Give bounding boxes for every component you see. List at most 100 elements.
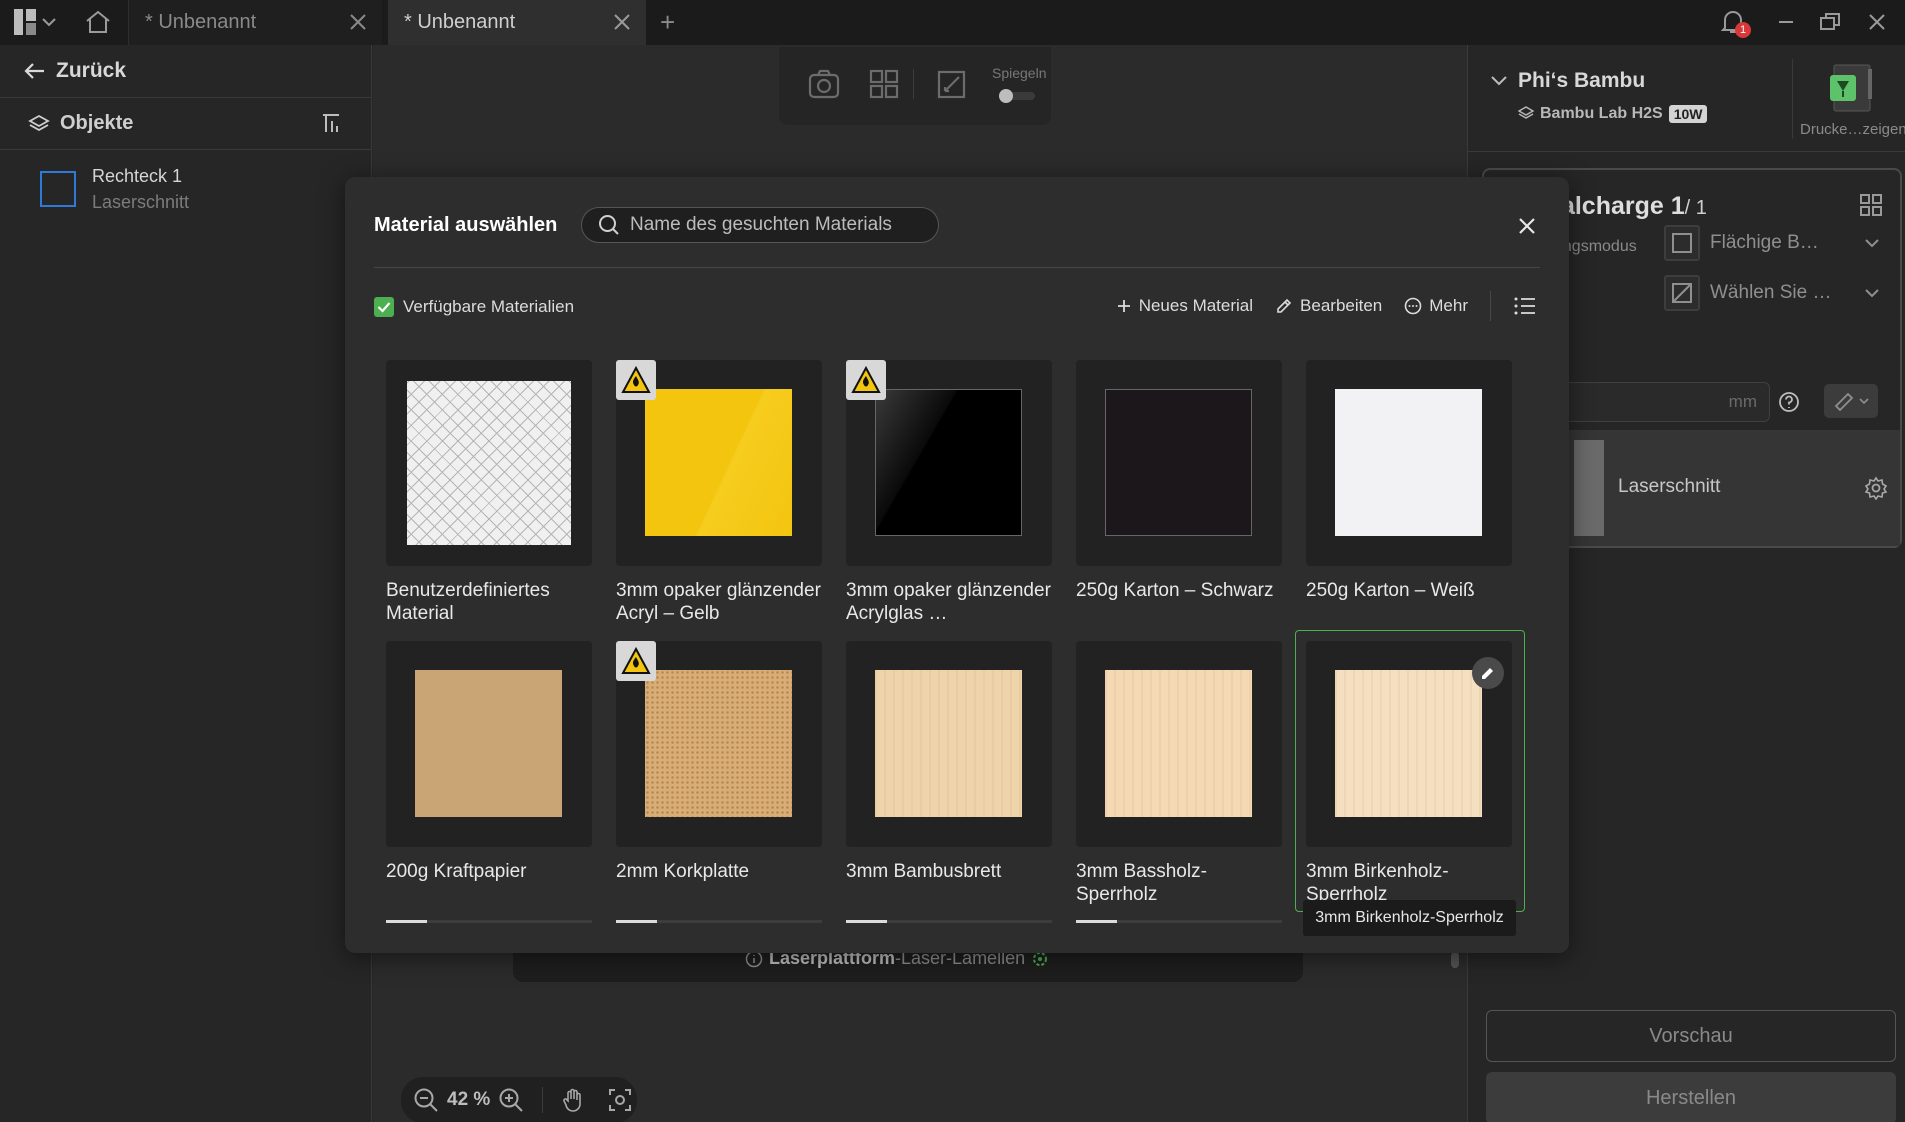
rectangle-icon: [40, 171, 76, 207]
edit-image-icon[interactable]: [935, 67, 969, 101]
ruler-pen-icon: [1834, 392, 1854, 411]
zoom-value: 42 %: [447, 1089, 491, 1110]
mirror-label: Spiegeln: [992, 65, 1047, 81]
arrow-left-icon: [24, 63, 44, 79]
material-name: 200g Kraftpapier: [386, 861, 527, 882]
material-card[interactable]: 3mm Bassholz-Sperrholz: [1076, 641, 1282, 906]
minimize-button[interactable]: [1771, 8, 1801, 36]
new-tab-button[interactable]: +: [660, 8, 684, 36]
chevron-down-icon: [1865, 289, 1879, 298]
list-view-icon[interactable]: [1513, 295, 1537, 317]
printer-model: Bambu Lab H2S 10W: [1518, 105, 1708, 123]
chevron-down-icon: [1865, 239, 1879, 248]
available-label: Verfügbare Materialien: [403, 297, 575, 316]
material-swatch: [645, 389, 792, 536]
flammable-warning-icon: [846, 360, 886, 400]
help-icon[interactable]: [1778, 391, 1800, 413]
home-icon: [86, 10, 110, 33]
grid-icon[interactable]: [867, 67, 901, 101]
printer-selector[interactable]: Phi‘s Bambu: [1490, 69, 1645, 93]
material-card[interactable]: 3mm Birkenholz-Sperrholz: [1295, 630, 1525, 912]
pencil-icon: [1277, 298, 1292, 313]
title-bar: * Unbenannt * Unbenannt + 1: [0, 0, 1905, 45]
tab-label: * Unbenannt: [145, 11, 257, 33]
load-indicator: [386, 920, 592, 923]
printer-model-name: Bambu Lab H2S: [1540, 105, 1663, 122]
zoom-in-icon[interactable]: [498, 1087, 524, 1113]
material-card[interactable]: 3mm Bambusbrett: [846, 641, 1052, 883]
close-icon[interactable]: [348, 12, 368, 32]
material-card[interactable]: 3mm opaker glänzender Acrylglas …: [846, 360, 1052, 625]
available-materials-checkbox[interactable]: Verfügbare Materialien: [374, 297, 574, 317]
zoom-bar: 42 %: [401, 1077, 637, 1122]
material-card[interactable]: 250g Karton – Weiß: [1306, 360, 1512, 602]
printer-label[interactable]: Drucke…zeigen: [1800, 121, 1905, 138]
mirror-toggle[interactable]: [997, 88, 1037, 104]
printer-icon[interactable]: [1820, 61, 1880, 119]
gear-icon[interactable]: [1864, 476, 1888, 500]
flammable-warning-icon: [616, 641, 656, 681]
chevron-down-icon: [1859, 398, 1869, 405]
scroll-indicator[interactable]: [1451, 952, 1459, 968]
material-swatch: [875, 389, 1022, 536]
material-card[interactable]: 2mm Korkplatte: [616, 641, 822, 883]
flammable-warning-icon: [616, 360, 656, 400]
material-swatch: [645, 670, 792, 817]
close-icon[interactable]: [612, 12, 632, 32]
material-card[interactable]: 3mm opaker glänzender Acryl – Gelb: [616, 360, 822, 625]
diagonal-icon: [1672, 283, 1692, 303]
restore-button[interactable]: [1815, 8, 1845, 36]
sort-icon[interactable]: [321, 112, 341, 134]
material-name: 250g Karton – Weiß: [1306, 580, 1475, 601]
zoom-out-icon[interactable]: [413, 1087, 439, 1113]
material-name: Benutzerdefiniertes Material: [386, 580, 550, 624]
load-indicator: [616, 920, 822, 923]
tab-unbenannt-1[interactable]: * Unbenannt: [128, 0, 382, 45]
mode-value: Flächige B…: [1710, 232, 1819, 253]
layers-icon: [28, 114, 50, 131]
pencil-icon[interactable]: [1472, 657, 1504, 689]
material-dialog: Material auswählen Verfügbare Materialie…: [345, 177, 1569, 953]
laser-cut-label: Laserschnitt: [1618, 476, 1721, 497]
mode-select[interactable]: Flächige B…: [1664, 222, 1880, 264]
preview-button[interactable]: Vorschau: [1486, 1010, 1896, 1062]
material-name: 3mm Bambusbrett: [846, 861, 1002, 882]
object-item[interactable]: Rechteck 1 Laserschnitt: [40, 163, 189, 215]
material-name: 3mm opaker glänzender Acryl – Gelb: [616, 580, 821, 624]
more-button[interactable]: Mehr: [1404, 296, 1468, 316]
color-swatch: [1574, 440, 1604, 536]
charge-title: ialcharge 1/ 1: [1554, 192, 1707, 220]
printer-section: Phi‘s Bambu Bambu Lab H2S 10W Drucke…zei…: [1468, 45, 1905, 152]
make-button[interactable]: Herstellen: [1486, 1072, 1896, 1122]
load-indicator: [1076, 920, 1282, 923]
search-field[interactable]: [581, 207, 939, 243]
camera-icon[interactable]: [807, 67, 841, 101]
material-card[interactable]: Benutzerdefiniertes Material: [386, 360, 592, 625]
grid-icon[interactable]: [1858, 192, 1884, 218]
close-icon: [1869, 14, 1885, 30]
measure-button[interactable]: [1824, 384, 1878, 418]
back-button[interactable]: Zurück: [0, 45, 371, 98]
home-button[interactable]: [82, 8, 114, 36]
fill-mode-icon: [1672, 233, 1692, 253]
close-icon[interactable]: [1515, 214, 1539, 238]
material-thumbnail: [1076, 641, 1282, 847]
edit-button[interactable]: Bearbeiten: [1275, 296, 1382, 316]
material-card[interactable]: 200g Kraftpapier: [386, 641, 592, 883]
fit-view-icon[interactable]: [607, 1087, 633, 1113]
material-card[interactable]: 250g Karton – Schwarz: [1076, 360, 1282, 602]
search-input[interactable]: [630, 214, 920, 236]
more-label: Mehr: [1429, 296, 1468, 315]
objects-label: Objekte: [60, 112, 134, 134]
new-material-button[interactable]: Neues Material: [1116, 296, 1253, 316]
thickness-input[interactable]: mm: [1544, 382, 1770, 422]
power-badge: 10W: [1668, 105, 1708, 123]
notifications-button[interactable]: 1: [1718, 8, 1751, 38]
close-window-button[interactable]: [1862, 8, 1892, 36]
material-swatch: [415, 670, 562, 817]
app-menu-button[interactable]: [14, 8, 62, 36]
material-select[interactable]: Wählen Sie …: [1664, 272, 1880, 314]
hand-icon[interactable]: [561, 1087, 587, 1113]
tab-unbenannt-2[interactable]: * Unbenannt: [388, 0, 646, 45]
objects-header: Objekte: [0, 98, 371, 150]
